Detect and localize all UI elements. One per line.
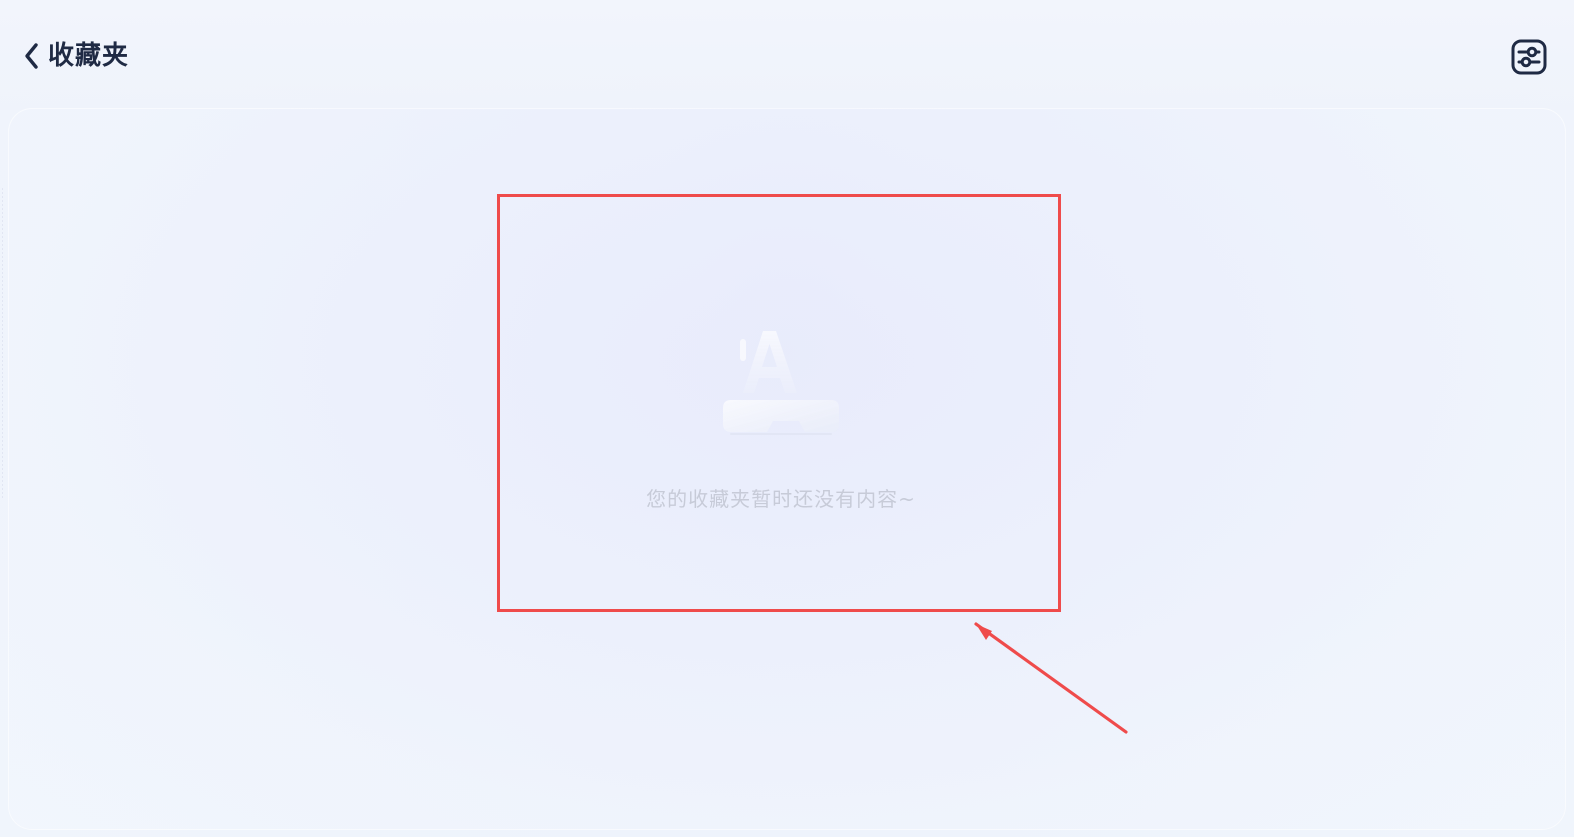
back-button[interactable]: 收藏夹 xyxy=(22,36,129,76)
empty-state: 您的收藏夹暂时还没有内容~ xyxy=(498,195,1064,615)
chevron-left-icon xyxy=(22,42,42,70)
top-bar: 收藏夹 xyxy=(0,0,1574,110)
favorites-page: 收藏夹 您的收藏夹暂时还没有内容~ xyxy=(0,0,1574,837)
sliders-icon xyxy=(1510,38,1548,76)
settings-button[interactable] xyxy=(1510,38,1548,76)
page-title: 收藏夹 xyxy=(48,41,130,71)
empty-folder-icon xyxy=(701,291,861,451)
empty-message: 您的收藏夹暂时还没有内容~ xyxy=(646,487,916,511)
left-edge-divider xyxy=(2,188,3,498)
